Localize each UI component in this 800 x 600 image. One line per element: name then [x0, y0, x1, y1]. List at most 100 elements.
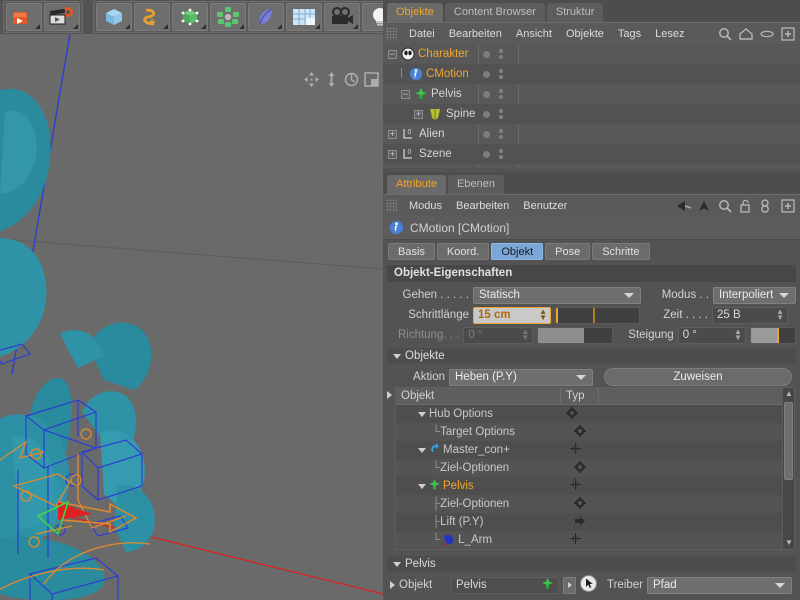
list-scrollbar[interactable]: ▲ ▼	[782, 388, 794, 549]
tab-objekt[interactable]: Objekt	[491, 243, 543, 260]
caret-down-icon[interactable]	[393, 354, 401, 359]
lock-icon[interactable]	[739, 199, 753, 213]
group-header-objekte[interactable]: Objekte	[387, 348, 796, 364]
viewport-move-icon[interactable]	[304, 72, 319, 87]
tab-basis[interactable]: Basis	[388, 243, 435, 260]
tab-koord[interactable]: Koord.	[437, 243, 489, 260]
dropdown-gehen[interactable]: Statisch	[473, 287, 641, 304]
cube-icon[interactable]	[96, 3, 132, 31]
expander-minus-icon[interactable]: −	[401, 90, 410, 99]
slider-richtung[interactable]	[537, 327, 612, 344]
menu-lesezeichen[interactable]: Lesez	[648, 28, 691, 40]
group-header-pelvis[interactable]: Pelvis	[387, 556, 796, 572]
caret-down-icon[interactable]	[418, 448, 426, 453]
camera-icon[interactable]	[324, 3, 360, 31]
caret-right-icon[interactable]	[387, 391, 392, 399]
input-zeit[interactable]: 25 B ▲▼	[712, 307, 788, 324]
tree-row-cmotion[interactable]: CMotion ✔	[383, 64, 800, 84]
dropdown-aktion[interactable]: Heben (P.Y)	[449, 369, 593, 386]
slider-schrittlaenge[interactable]	[555, 307, 640, 324]
tree-item-cmotion[interactable]: CMotion	[409, 67, 469, 81]
tab-ebenen[interactable]: Ebenen	[448, 175, 504, 194]
nurbs-icon[interactable]	[172, 3, 208, 31]
object-assignment-list[interactable]: Objekt Typ Hub Options └ Target Options	[395, 387, 795, 550]
chain-icon[interactable]	[760, 199, 774, 213]
floor-icon[interactable]	[286, 3, 322, 31]
caret-right-icon[interactable]	[390, 581, 395, 589]
home-icon[interactable]	[739, 27, 753, 41]
dropdown-treiber[interactable]: Pfad	[647, 577, 792, 594]
expander-plus-icon[interactable]: +	[388, 150, 397, 159]
array-icon[interactable]	[210, 3, 246, 31]
pick-object-icon[interactable]	[580, 575, 597, 595]
menu-datei[interactable]: Datei	[402, 28, 442, 40]
menu-benutzer[interactable]: Benutzer	[516, 200, 574, 212]
tree-row-charakter[interactable]: − Charakter ✔	[383, 44, 800, 64]
expander-plus-icon[interactable]: +	[414, 110, 423, 119]
tree-row-szene[interactable]: + 0 Szene	[383, 144, 800, 164]
plus-icon[interactable]	[781, 199, 795, 213]
viewport-layout-icon[interactable]	[364, 72, 379, 87]
panel-grip-icon[interactable]	[386, 27, 397, 40]
list-item[interactable]: Master_con+	[396, 441, 794, 459]
menu-modus[interactable]: Modus	[402, 200, 449, 212]
scroll-up-arrow[interactable]: ▲	[785, 390, 792, 398]
tab-struktur[interactable]: Struktur	[547, 3, 604, 22]
scrollbar-thumb[interactable]	[784, 402, 793, 480]
tab-content-browser[interactable]: Content Browser	[445, 3, 545, 22]
spinner-icon[interactable]: ▲▼	[776, 309, 784, 321]
caret-down-icon[interactable]	[418, 412, 426, 417]
tree-row-pelvis[interactable]: − Pelvis	[383, 84, 800, 104]
list-item[interactable]: └ Target Options	[396, 423, 794, 441]
menu-tags[interactable]: Tags	[611, 28, 648, 40]
tree-item-pelvis[interactable]: Pelvis	[414, 87, 462, 101]
eye-icon[interactable]	[760, 27, 774, 41]
scroll-down-arrow[interactable]: ▼	[785, 539, 792, 547]
spinner-icon[interactable]: ▲▼	[539, 309, 547, 321]
menu-bearbeiten[interactable]: Bearbeiten	[442, 28, 509, 40]
tab-attribute[interactable]: Attribute	[387, 175, 446, 194]
menu-bearbeiten[interactable]: Bearbeiten	[449, 200, 516, 212]
input-schrittlaenge[interactable]: 15 cm ▲▼	[473, 307, 551, 324]
assign-button[interactable]: Zuweisen	[604, 368, 792, 386]
spline-icon[interactable]	[134, 3, 170, 31]
expander-minus-icon[interactable]: −	[388, 50, 397, 59]
tab-objekte[interactable]: Objekte	[387, 3, 443, 22]
search-icon[interactable]	[718, 199, 732, 213]
list-collapse-toggle[interactable]	[383, 387, 395, 399]
search-icon[interactable]	[718, 27, 732, 41]
input-steigung[interactable]: 0 ° ▲▼	[678, 327, 746, 344]
deformer-icon[interactable]	[248, 3, 284, 31]
slider-steigung[interactable]	[750, 327, 796, 344]
caret-down-icon[interactable]	[418, 484, 426, 489]
tree-item-alien[interactable]: 0 Alien	[401, 127, 445, 141]
render-settings-icon[interactable]	[44, 3, 80, 31]
viewport-3d[interactable]	[0, 34, 383, 600]
spinner-icon[interactable]: ▲▼	[734, 329, 742, 341]
tree-row-alien[interactable]: + 0 Alien	[383, 124, 800, 144]
tree-item-spine[interactable]: Spine	[427, 107, 475, 121]
caret-down-icon[interactable]	[393, 562, 401, 567]
spinner-icon[interactable]: ▲▼	[521, 329, 529, 341]
tab-schritte[interactable]: Schritte	[592, 243, 649, 260]
tree-row-spine[interactable]: + Spine	[383, 104, 800, 124]
object-tree[interactable]: − Charakter ✔ CMotion ✔ −	[383, 44, 800, 168]
viewport-zoom-icon[interactable]	[324, 72, 339, 87]
field-pelvis-object[interactable]: Pelvis	[451, 577, 559, 594]
tab-pose[interactable]: Pose	[545, 243, 590, 260]
column-typ[interactable]: Typ	[561, 388, 599, 404]
dropdown-modus[interactable]: Interpoliert	[713, 287, 796, 304]
list-item[interactable]: ├ Ziel-Optionen	[396, 495, 794, 513]
list-item[interactable]: ├ Lift (P.Y)	[396, 513, 794, 531]
tree-item-szene[interactable]: 0 Szene	[401, 147, 452, 161]
expander-plus-icon[interactable]: +	[388, 130, 397, 139]
tree-item-charakter[interactable]: Charakter	[401, 47, 469, 61]
up-arrow-icon[interactable]	[697, 199, 711, 213]
input-richtung[interactable]: 0 ° ▲▼	[463, 327, 533, 344]
viewport-rotate-icon[interactable]	[344, 72, 359, 87]
render-view-icon[interactable]	[6, 3, 42, 31]
list-item[interactable]: └ L_Arm	[396, 531, 794, 549]
menu-objekte[interactable]: Objekte	[559, 28, 611, 40]
list-item[interactable]: Pelvis	[396, 477, 794, 495]
plus-icon[interactable]	[781, 27, 795, 41]
